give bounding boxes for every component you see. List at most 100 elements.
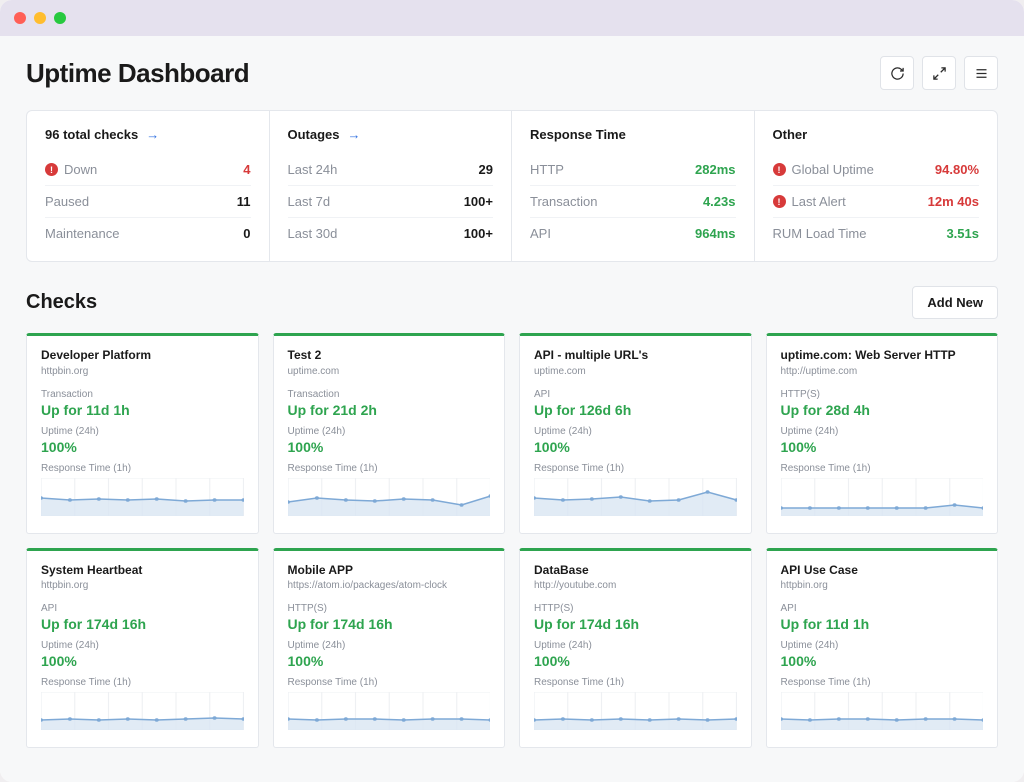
- page-title: Uptime Dashboard: [26, 58, 249, 89]
- check-card[interactable]: API - multiple URL's uptime.com API Up for …: [519, 333, 752, 534]
- card-subtitle: httpbin.org: [41, 366, 244, 377]
- summary-row[interactable]: !Down4: [45, 154, 251, 185]
- card-title: API - multiple URL's: [534, 348, 737, 364]
- card-response-label: Response Time (1h): [534, 463, 737, 474]
- summary-heading-text: 96 total checks: [45, 127, 138, 142]
- header-row: Uptime Dashboard: [26, 56, 998, 90]
- summary-row[interactable]: Last 24h 29: [288, 154, 494, 185]
- cards-grid: Developer Platformhttpbin.orgTransaction…: [26, 333, 998, 748]
- summary-row-label: HTTP: [530, 162, 564, 177]
- card-uptime-value: 100%: [534, 439, 737, 455]
- card-status: Up for 11d 1h: [41, 402, 244, 418]
- card-subtitle: http://youtube.com: [534, 580, 737, 591]
- card-type-label: HTTP(S): [781, 389, 984, 400]
- card-uptime-label: Uptime (24h): [41, 426, 244, 437]
- card-uptime-label: Uptime (24h): [781, 426, 984, 437]
- summary-heading-text: Response Time: [530, 127, 626, 142]
- summary-row[interactable]: !Global Uptime94.80%: [773, 154, 980, 185]
- alert-icon: !: [45, 163, 58, 176]
- summary-row-label: Last 7d: [288, 194, 331, 209]
- card-status: Up for 126d 6h: [534, 402, 737, 418]
- summary-row-value: 11: [237, 194, 251, 209]
- summary-heading-text: Outages: [288, 127, 340, 142]
- summary-row[interactable]: Last 30d 100+: [288, 217, 494, 249]
- card-status: Up for 174d 16h: [288, 616, 491, 632]
- summary-row-label: Last 30d: [288, 226, 338, 241]
- check-card[interactable]: API Use Casehttpbin.orgAPIUp for 11d 1hU…: [766, 548, 999, 749]
- card-type-label: HTTP(S): [534, 603, 737, 614]
- card-status: Up for 174d 16h: [534, 616, 737, 632]
- summary-row[interactable]: Paused 11: [45, 185, 251, 217]
- check-card[interactable]: Developer Platformhttpbin.orgTransaction…: [26, 333, 259, 534]
- summary-row-value: 964ms: [695, 226, 735, 241]
- menu-button[interactable]: [964, 56, 998, 90]
- summary-row-label: !Down: [45, 162, 97, 177]
- sparkline-chart: [288, 478, 491, 516]
- summary-row-label: Last 24h: [288, 162, 338, 177]
- refresh-button[interactable]: [880, 56, 914, 90]
- card-uptime-label: Uptime (24h): [534, 426, 737, 437]
- card-subtitle: http://uptime.com: [781, 366, 984, 377]
- sparkline-chart: [288, 692, 491, 730]
- card-response-label: Response Time (1h): [41, 677, 244, 688]
- summary-heading[interactable]: Other: [773, 127, 980, 142]
- card-title: Mobile APP: [288, 563, 491, 579]
- card-subtitle: uptime.com: [534, 366, 737, 377]
- summary-heading-text: Other: [773, 127, 808, 142]
- fullscreen-button[interactable]: [922, 56, 956, 90]
- add-new-button[interactable]: Add New: [912, 286, 998, 319]
- summary-row-label: Maintenance: [45, 226, 119, 241]
- summary-panel: 96 total checks→ !Down4 Paused 11 Maintenanc…: [26, 110, 998, 262]
- summary-row-label: RUM Load Time: [773, 226, 867, 241]
- window-minimize-dot[interactable]: [34, 12, 46, 24]
- card-response-label: Response Time (1h): [288, 677, 491, 688]
- card-subtitle: uptime.com: [288, 366, 491, 377]
- card-response-label: Response Time (1h): [288, 463, 491, 474]
- check-card[interactable]: Mobile APPhttps://atom.io/packages/atom-…: [273, 548, 506, 749]
- summary-row[interactable]: HTTP 282ms: [530, 154, 736, 185]
- summary-row[interactable]: API964ms: [530, 217, 736, 249]
- summary-checks: 96 total checks→ !Down4 Paused 11 Maintenanc…: [27, 111, 270, 261]
- summary-row-value: 100+: [464, 194, 493, 209]
- card-status: Up for 174d 16h: [41, 616, 244, 632]
- summary-response: Response Time HTTP 282ms Transaction4.23sAP…: [512, 111, 755, 261]
- check-card[interactable]: DataBasehttp://youtube.comHTTP(S)Up for …: [519, 548, 752, 749]
- summary-row-value: 282ms: [695, 162, 735, 177]
- sparkline-chart: [781, 692, 984, 730]
- window-close-dot[interactable]: [14, 12, 26, 24]
- summary-row[interactable]: !Last Alert12m 40s: [773, 185, 980, 217]
- section-title: Checks: [26, 291, 97, 314]
- sparkline-chart: [41, 478, 244, 516]
- summary-row-value: 100+: [464, 226, 493, 241]
- card-type-label: Transaction: [41, 389, 244, 400]
- card-type-label: API: [534, 389, 737, 400]
- card-title: System Heartbeat: [41, 563, 244, 579]
- card-title: API Use Case: [781, 563, 984, 579]
- card-title: Test 2: [288, 348, 491, 364]
- summary-row-label: Paused: [45, 194, 89, 209]
- check-card[interactable]: Test 2uptime.comTransactionUp for 21d 2h…: [273, 333, 506, 534]
- window-maximize-dot[interactable]: [54, 12, 66, 24]
- summary-row[interactable]: Last 7d 100+: [288, 185, 494, 217]
- summary-row[interactable]: Maintenance 0: [45, 217, 251, 249]
- summary-row[interactable]: RUM Load Time3.51s: [773, 217, 980, 249]
- summary-row-label: Transaction: [530, 194, 597, 209]
- check-card[interactable]: uptime.com: Web Server HTTPhttp://uptime…: [766, 333, 999, 534]
- summary-heading[interactable]: Outages→: [288, 127, 494, 142]
- summary-heading[interactable]: 96 total checks→: [45, 127, 251, 142]
- check-card[interactable]: System Heartbeathttpbin.orgAPIUp for 174…: [26, 548, 259, 749]
- card-response-label: Response Time (1h): [41, 463, 244, 474]
- summary-row-value: 0: [243, 226, 250, 241]
- card-uptime-value: 100%: [534, 653, 737, 669]
- card-uptime-value: 100%: [41, 439, 244, 455]
- summary-row-value: 12m 40s: [928, 194, 979, 209]
- card-uptime-label: Uptime (24h): [288, 426, 491, 437]
- summary-row-value: 29: [479, 162, 493, 177]
- sparkline-chart: [41, 692, 244, 730]
- card-type-label: API: [781, 603, 984, 614]
- card-status: Up for 28d 4h: [781, 402, 984, 418]
- summary-heading[interactable]: Response Time: [530, 127, 736, 142]
- card-status: Up for 21d 2h: [288, 402, 491, 418]
- summary-row[interactable]: Transaction4.23s: [530, 185, 736, 217]
- card-response-label: Response Time (1h): [534, 677, 737, 688]
